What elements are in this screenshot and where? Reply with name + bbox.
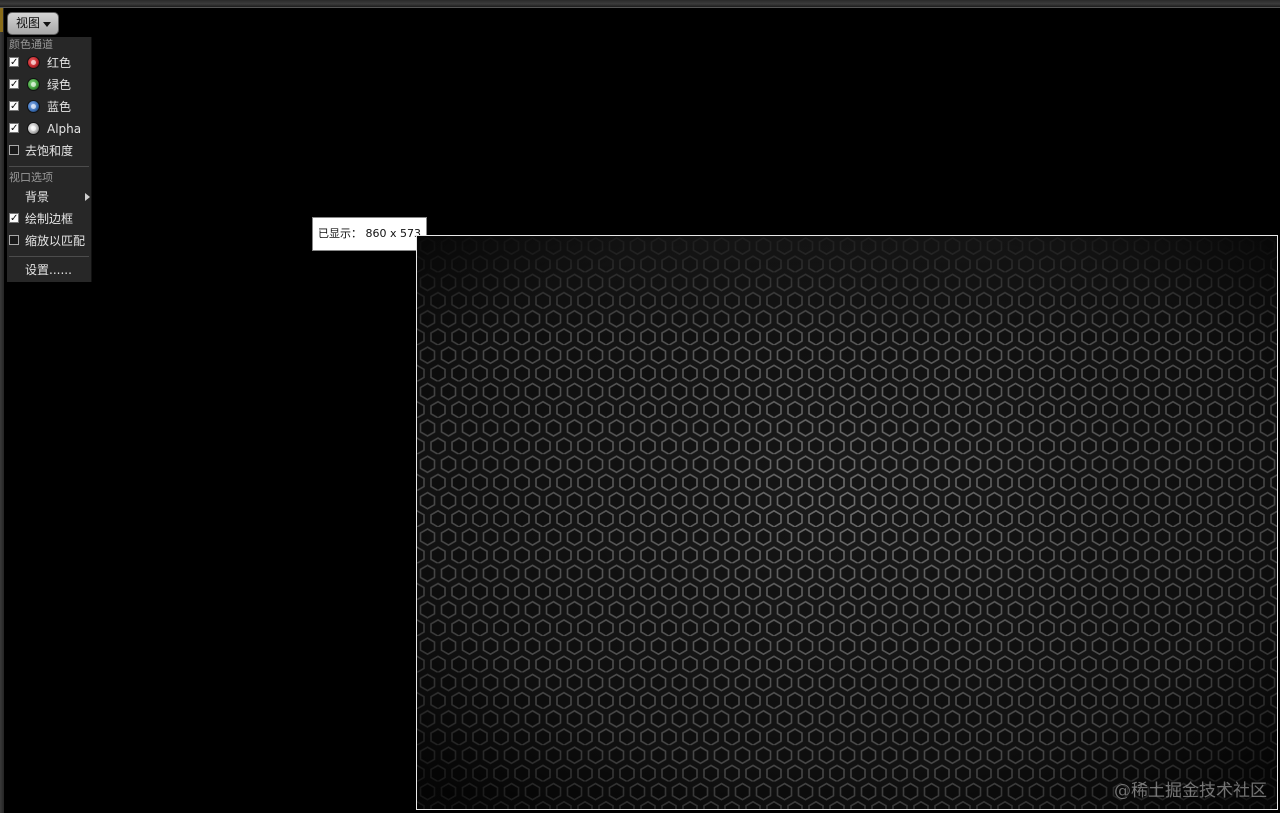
checkbox-unchecked[interactable] [9, 145, 19, 155]
menu-item-background[interactable]: 背景 [7, 187, 91, 207]
menu-item-scale-to-fit[interactable]: 缩放以匹配 [7, 231, 91, 251]
menu-item-label: 去饱和度 [25, 144, 74, 158]
top-toolbar-strip [0, 0, 1280, 8]
viewport-options-header: 视口选项 [9, 171, 53, 184]
menu-item-alpha-channel[interactable]: ✓ Alpha [7, 119, 91, 139]
hexagon-mesh-texture [417, 236, 1277, 809]
view-dropdown-menu: 颜色通道 ✓ 红色 ✓ 绿色 ✓ 蓝色 ✓ Alpha 去饱和度 视口选项 背景… [7, 37, 92, 282]
menu-item-desaturate[interactable]: 去饱和度 [7, 141, 91, 161]
menu-item-green-channel[interactable]: ✓ 绿色 [7, 75, 91, 95]
menu-item-red-channel[interactable]: ✓ 红色 [7, 53, 91, 73]
chevron-down-icon [43, 22, 51, 27]
alpha-channel-icon [27, 122, 40, 135]
menu-item-label: 绘制边框 [25, 212, 74, 226]
checkbox-unchecked[interactable] [9, 235, 19, 245]
texture-preview[interactable]: @稀土掘金技术社区 [416, 235, 1278, 810]
menu-item-label: 背景 [25, 190, 50, 204]
view-menu-button[interactable]: 视图 [7, 12, 59, 35]
chevron-right-icon [85, 193, 90, 201]
checkbox-checked[interactable]: ✓ [9, 79, 19, 90]
checkbox-checked[interactable]: ✓ [9, 101, 19, 112]
watermark-text: @稀土掘金技术社区 [1114, 781, 1267, 801]
menu-item-label: 缩放以匹配 [25, 234, 86, 248]
menu-item-blue-channel[interactable]: ✓ 蓝色 [7, 97, 91, 117]
menu-item-label: Alpha [47, 122, 82, 136]
menu-item-label: 设置...... [25, 263, 72, 277]
menu-item-settings[interactable]: 设置...... [7, 260, 91, 280]
menu-item-label: 蓝色 [47, 100, 72, 114]
menu-item-draw-border[interactable]: ✓ 绘制边框 [7, 209, 91, 229]
menu-separator [9, 166, 89, 167]
menu-item-label: 红色 [47, 56, 72, 70]
color-channels-header: 颜色通道 [9, 38, 53, 51]
menu-separator [9, 256, 89, 257]
blue-channel-icon [27, 100, 40, 113]
accent-marker [0, 8, 3, 32]
left-panel-edge [0, 8, 4, 813]
red-channel-icon [27, 56, 40, 69]
checkbox-checked[interactable]: ✓ [9, 213, 19, 224]
checkbox-checked[interactable]: ✓ [9, 57, 19, 68]
menu-item-label: 绿色 [47, 78, 72, 92]
displayed-size-tooltip: 已显示： 860 x 573 [312, 217, 427, 251]
green-channel-icon [27, 78, 40, 91]
texture-viewer: 视图 颜色通道 ✓ 红色 ✓ 绿色 ✓ 蓝色 ✓ Alpha 去饱和度 视口选项… [0, 0, 1280, 813]
view-button-label: 视图 [16, 16, 41, 30]
checkbox-checked[interactable]: ✓ [9, 123, 19, 134]
